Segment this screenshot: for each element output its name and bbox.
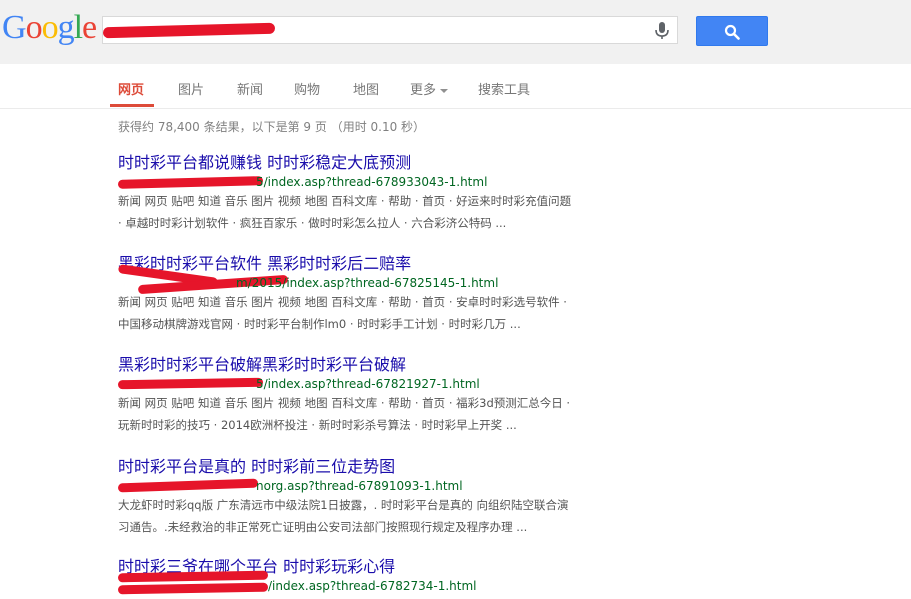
logo-letter: e xyxy=(82,9,97,46)
result-snippet: 大龙虾时时彩qq版 广东清远市中级法院1日披露，. 时时彩平台是真的 向组织陆空… xyxy=(118,498,569,512)
tab-web[interactable]: 网页 xyxy=(118,79,144,98)
redaction-mark xyxy=(117,176,264,189)
result-snippet: 新闻 网页 贴吧 知道 音乐 图片 视频 地图 百科文库 · 帮助 · 首页 ·… xyxy=(118,295,567,309)
google-logo[interactable]: Google xyxy=(2,8,97,48)
logo-letter: l xyxy=(73,9,84,46)
result-title-link[interactable]: 时时彩平台是真的 时时彩前三位走势图 xyxy=(118,457,638,477)
chevron-down-icon xyxy=(440,88,449,93)
redaction-mark xyxy=(102,22,276,39)
tab-maps[interactable]: 地图 xyxy=(353,79,379,98)
search-result: 时时彩平台是真的 时时彩前三位走势图 norg.asp?thread-67891… xyxy=(117,457,638,538)
logo-letter: g xyxy=(57,9,75,46)
result-snippet: · 卓越时时彩计划软件 · 疯狂百家乐 · 做时时彩怎么拉人 · 六合彩济公特码… xyxy=(118,216,507,230)
result-snippet: 中国移动棋牌游戏官网 · 时时彩平台制作lm0 · 时时彩手工计划 · 时时彩几… xyxy=(118,317,521,331)
result-stats: 获得约 78,400 条结果，以下是第 9 页 （用时 0.10 秒） xyxy=(118,120,426,134)
result-url: norg.asp?thread-67891093-1.html xyxy=(117,478,638,494)
result-snippet: 玩新时时彩的技巧 · 2014欧洲杯投注 · 新时时彩杀号算法 · 时时彩早上开… xyxy=(118,418,517,432)
logo-letter: o xyxy=(41,9,59,46)
search-result: 黑彩时时彩平台软件 黑彩时时彩后二赔率 m/2015/index.asp?thr… xyxy=(117,254,638,335)
result-snippet: 习通告。.未经救治的非正常死亡证明由公安司法部门按照现行规定及程序办理 ... xyxy=(118,520,528,534)
result-url: 5/index.asp?thread-678933043-1.html xyxy=(117,174,638,190)
result-snippet: 新闻 网页 贴吧 知道 音乐 图片 视频 地图 百科文库 · 帮助 · 首页 ·… xyxy=(118,396,571,410)
redaction-mark xyxy=(117,582,269,595)
search-button[interactable] xyxy=(696,16,768,46)
tab-images[interactable]: 图片 xyxy=(178,79,204,98)
top-bar: Google xyxy=(0,0,911,65)
tab-news[interactable]: 新闻 xyxy=(237,79,263,98)
tab-search-tools[interactable]: 搜索工具 xyxy=(478,79,530,98)
result-title-link[interactable]: 黑彩时时彩平台软件 黑彩时时彩后二赔率 xyxy=(118,254,638,274)
search-result: 时时彩平台都说赚钱 时时彩稳定大底预测 5/index.asp?thread-6… xyxy=(117,153,638,234)
search-tabs-bar: 网页 图片 新闻 购物 地图 更多 搜索工具 xyxy=(0,64,911,109)
search-result: 黑彩时时彩平台破解黑彩时时彩平台破解 5/index.asp?thread-67… xyxy=(117,355,638,436)
result-url-text: 5/index.asp?thread-67821927-1.html xyxy=(256,377,480,391)
tab-more-label: 更多 xyxy=(410,83,437,98)
microphone-icon[interactable] xyxy=(653,21,671,41)
search-result: 时时彩三爷在哪个平台 时时彩玩彩心得 /index.asp?thread-678… xyxy=(117,557,638,595)
logo-letter: G xyxy=(2,9,27,46)
redaction-mark xyxy=(117,377,264,390)
magnifier-icon xyxy=(724,24,740,40)
active-tab-indicator xyxy=(110,104,154,107)
result-url-text: /index.asp?thread-6782734-1.html xyxy=(268,579,477,593)
search-input[interactable] xyxy=(102,16,678,44)
result-title-link[interactable]: 时时彩平台都说赚钱 时时彩稳定大底预测 xyxy=(118,153,638,173)
redaction-mark xyxy=(117,570,269,583)
result-url: m/2015/index.asp?thread-67825145-1.html xyxy=(117,264,638,295)
result-url: /index.asp?thread-6782734-1.html xyxy=(117,570,638,595)
result-url-text: 5/index.asp?thread-678933043-1.html xyxy=(256,175,488,189)
tab-shopping[interactable]: 购物 xyxy=(294,79,320,98)
result-title-link[interactable]: 黑彩时时彩平台破解黑彩时时彩平台破解 xyxy=(118,355,638,375)
result-url-text: m/2015/index.asp?thread-67825145-1.html xyxy=(236,276,499,290)
result-url-text: norg.asp?thread-67891093-1.html xyxy=(256,479,463,493)
tab-more[interactable]: 更多 xyxy=(410,79,449,98)
result-snippet: 新闻 网页 贴吧 知道 音乐 图片 视频 地图 百科文库 · 帮助 · 首页 ·… xyxy=(118,194,572,208)
result-url: 5/index.asp?thread-67821927-1.html xyxy=(117,376,638,392)
redaction-mark xyxy=(117,478,259,493)
logo-letter: o xyxy=(25,9,43,46)
